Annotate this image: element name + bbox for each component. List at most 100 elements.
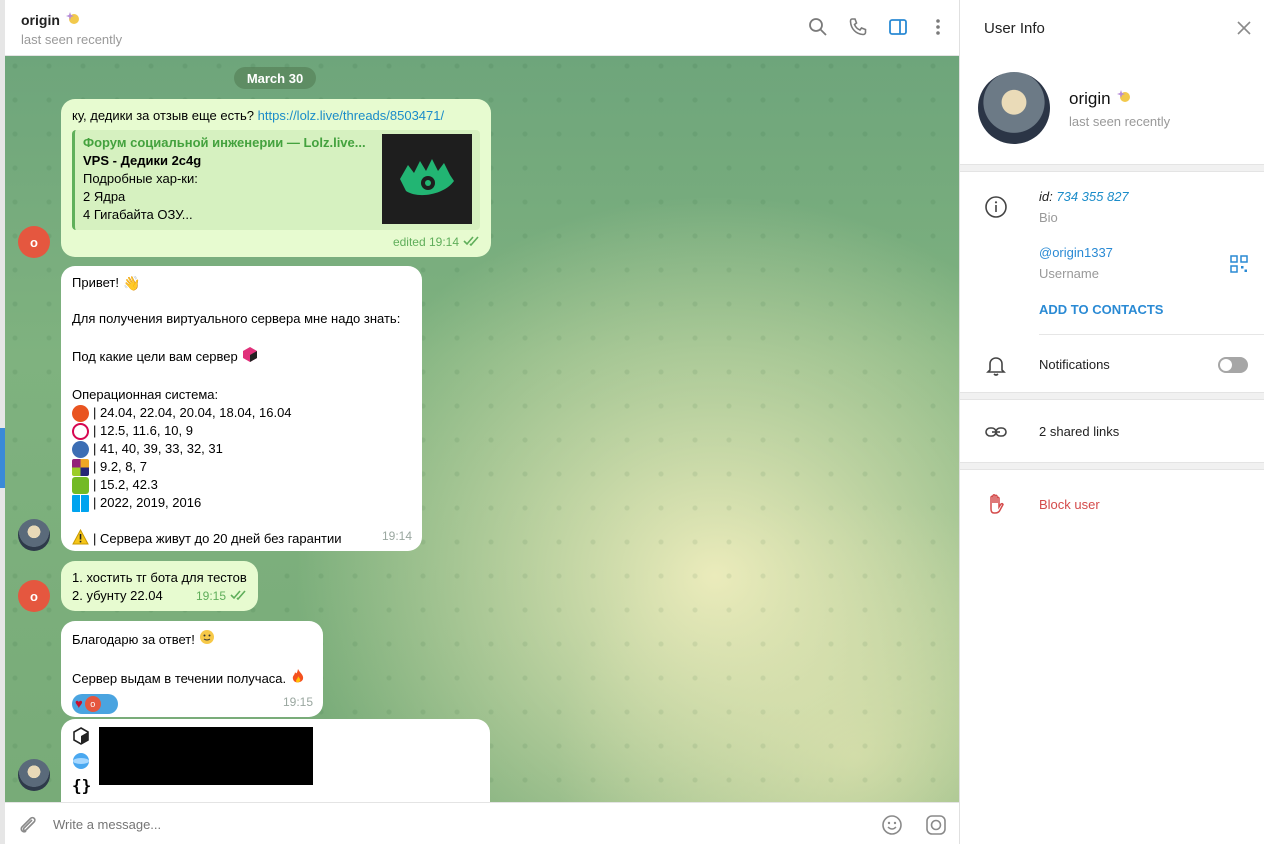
reactor-avatar: o <box>84 696 101 712</box>
more-menu-icon[interactable] <box>927 16 949 38</box>
profile-name: origin <box>1069 88 1133 109</box>
close-icon[interactable] <box>1234 18 1254 38</box>
message-area[interactable]: March 30 o ку, дедики за отзыв еще есть?… <box>5 56 959 802</box>
message-time-text: 19:15 <box>195 589 226 603</box>
user-id-label: id: <box>1039 189 1053 204</box>
cube-icon <box>242 346 258 368</box>
username-value[interactable]: @origin1337 <box>1039 245 1113 260</box>
sparkle-emoji-icon <box>64 10 82 29</box>
sidebar-toggle-icon[interactable] <box>887 16 909 38</box>
warning-icon <box>72 528 89 550</box>
message-bubble-outgoing[interactable]: 1. хостить тг бота для тестов 2. убунту … <box>61 561 258 611</box>
reaction-row: ♥ o <box>72 694 312 714</box>
avatar[interactable] <box>18 759 50 791</box>
debian-icon <box>72 422 89 440</box>
avatar[interactable]: o <box>18 226 50 258</box>
double-check-icon <box>230 587 248 605</box>
message-input[interactable] <box>53 812 853 836</box>
message-link[interactable]: https://lolz.live/threads/8503471/ <box>258 108 444 123</box>
os-versions: | 24.04, 22.04, 20.04, 18.04, 16.04 <box>93 405 292 420</box>
fedora-icon <box>72 440 89 458</box>
double-check-icon <box>463 233 481 251</box>
shared-links-item[interactable]: 2 shared links <box>1039 424 1119 439</box>
date-separator: March 30 <box>234 67 316 89</box>
opensuse-icon <box>72 476 89 494</box>
preview-thumbnail[interactable] <box>382 134 472 224</box>
os-versions: | 2022, 2019, 2016 <box>93 495 202 510</box>
username-label: Username <box>1039 266 1099 281</box>
os-row: | 15.2, 42.3 <box>72 476 411 494</box>
avatar[interactable]: o <box>18 580 50 612</box>
block-user-button[interactable]: Block user <box>1039 497 1100 512</box>
user-id[interactable]: id: 734 355 827 <box>1039 189 1129 204</box>
message-line: Привет! 👋 <box>72 274 411 292</box>
block-hand-icon <box>984 492 1008 516</box>
message-text: ку, дедики за отзыв еще есть? https://lo… <box>72 107 480 125</box>
redacted-content <box>99 727 313 785</box>
eye-logo-icon <box>400 159 454 196</box>
heart-reaction-icon: ♥ <box>75 696 83 711</box>
os-row: | 24.04, 22.04, 20.04, 18.04, 16.04 <box>72 404 411 422</box>
chat-status: last seen recently <box>21 32 123 47</box>
link-preview[interactable]: Форум социальной инженерии — Lolz.live..… <box>72 130 480 230</box>
message-bubble-incoming[interactable]: Привет! 👋 Для получения виртуального серв… <box>61 266 422 551</box>
emoji-icon[interactable] <box>881 814 903 836</box>
paperclip-icon[interactable] <box>17 814 39 836</box>
message-body: ку, дедики за отзыв еще есть? <box>72 108 255 123</box>
message-time-text: edited 19:14 <box>392 235 459 249</box>
qr-code-icon[interactable] <box>1230 255 1248 273</box>
user-info-title: User Info <box>984 20 1045 37</box>
os-versions: | 9.2, 8, 7 <box>93 459 147 474</box>
section-separator <box>960 462 1264 470</box>
search-icon[interactable] <box>807 16 829 38</box>
os-versions: | 41, 40, 39, 33, 32, 31 <box>93 441 223 456</box>
message-bubble-incoming[interactable]: Благодарю за ответ! Сервер выдам в течен… <box>61 621 323 717</box>
video-message-icon[interactable] <box>925 814 947 836</box>
notifications-label: Notifications <box>1039 357 1110 372</box>
chat-name: origin <box>21 11 60 28</box>
os-versions: | 15.2, 42.3 <box>93 477 158 492</box>
user-id-value: 734 355 827 <box>1056 189 1129 204</box>
message-time: 19:15 <box>196 587 248 605</box>
greeting-text: Привет! <box>72 275 119 290</box>
avatar-letter: o <box>30 588 38 604</box>
chat-header[interactable]: origin last seen recently <box>5 0 959 56</box>
notifications-toggle[interactable] <box>1218 357 1248 373</box>
avatar[interactable] <box>18 519 50 551</box>
phone-icon[interactable] <box>847 16 869 38</box>
windows-icon <box>72 494 89 512</box>
purpose-question: Под какие цели вам сервер <box>72 349 238 364</box>
message-time: 19:14 <box>381 529 412 543</box>
smile-emoji-icon <box>199 629 215 650</box>
profile-avatar[interactable] <box>978 72 1050 144</box>
message-line: 1. хостить тг бота для тестов <box>72 570 247 585</box>
bell-icon <box>984 353 1008 377</box>
message-time: 19:15 <box>282 695 313 709</box>
sparkle-emoji-icon <box>1115 88 1133 109</box>
fire-emoji-icon <box>290 668 306 690</box>
ubuntu-icon <box>72 404 89 422</box>
os-versions: | 12.5, 11.6, 10, 9 <box>93 423 193 438</box>
message-bubble-incoming[interactable]: {} <box>61 719 490 802</box>
warning-row: | Сервера живут до 20 дней без гарантии <box>72 528 411 550</box>
message-bubble-outgoing[interactable]: ку, дедики за отзыв еще есть? https://lo… <box>61 99 491 257</box>
os-title: Операционная система: <box>72 387 219 402</box>
message-line: Под какие цели вам сервер <box>72 346 411 368</box>
chat-panel: origin last seen recently March 30 o ку,… <box>5 0 959 844</box>
user-info-header: User Info <box>960 0 1264 56</box>
wave-hand-icon: 👋 <box>122 275 141 291</box>
thanks-text: Благодарю за ответ! <box>72 631 195 647</box>
avatar-letter: o <box>30 234 38 250</box>
add-to-contacts-button[interactable]: ADD TO CONTACTS <box>1039 302 1163 317</box>
link-icon <box>984 420 1008 444</box>
reaction-chip[interactable]: ♥ o <box>72 694 118 714</box>
section-separator <box>960 164 1264 172</box>
message-time: edited 19:14 <box>393 233 481 251</box>
centos-icon <box>72 458 89 476</box>
user-info-panel: User Info origin last seen recently id: … <box>960 0 1264 844</box>
